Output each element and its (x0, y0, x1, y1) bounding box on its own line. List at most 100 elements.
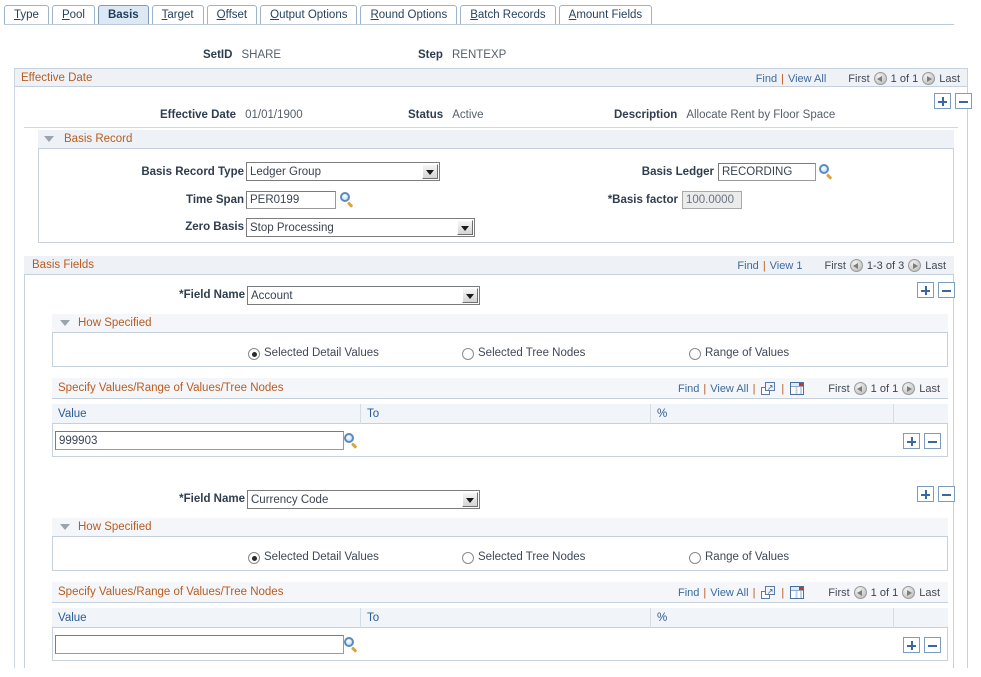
effective-date-section-title: Effective Date (21, 72, 92, 84)
window-arrow: ↗ (767, 588, 774, 596)
previous-page-arrow-icon[interactable] (850, 259, 863, 272)
effective-date-find-link[interactable]: Find (756, 73, 777, 85)
effective-date-last-link[interactable]: Last (939, 73, 960, 85)
chevron-down-icon[interactable] (462, 288, 478, 303)
basis-field-row-1-add-button[interactable] (917, 282, 934, 298)
how-specified-2-selected-detail-values-label: Selected Detail Values (264, 551, 379, 563)
how-specified-1-collapse-icon[interactable] (60, 320, 70, 326)
effective-date-add-row-button[interactable] (934, 93, 951, 109)
magnifier-handle (351, 442, 357, 448)
tab-offset[interactable]: Offset (207, 5, 257, 24)
time-span-lookup-icon[interactable] (340, 192, 355, 207)
tab-target-label: arget (167, 9, 193, 21)
basis-field-row-2-add-button[interactable] (917, 486, 934, 502)
how-specified-2-range-of-values-radio[interactable] (689, 552, 701, 564)
basis-field-row-1-field-name-select[interactable]: Account (247, 286, 480, 305)
tab-batch-records-accel: B (470, 9, 478, 21)
how-specified-2-collapse-icon[interactable] (60, 524, 70, 530)
specify-values-2-view-all-link[interactable]: View All (710, 587, 748, 599)
specify-values-2-first-link[interactable]: First (828, 587, 849, 599)
basis-ledger-input[interactable] (718, 163, 816, 181)
specify-values-2-add-row-button[interactable] (903, 637, 920, 653)
zero-basis-select[interactable]: Stop Processing (246, 218, 475, 237)
specify-values-2-nav: Find | View All | ↗ | First 1 of 1 Last (678, 586, 940, 599)
specify-values-1-view-all-link[interactable]: View All (710, 383, 748, 395)
zero-basis-label: Zero Basis (60, 221, 244, 233)
specify-values-2-column-headers: Value To % (52, 608, 948, 628)
basis-record-type-select[interactable]: Ledger Group (246, 162, 440, 181)
grid-1-col-divider-1 (360, 404, 361, 424)
basis-field-row-1-delete-button[interactable] (938, 282, 955, 298)
grid-1-col-divider-3 (893, 404, 894, 424)
specify-values-2-last-link[interactable]: Last (919, 587, 940, 599)
specify-values-2-header: Specify Values/Range of Values/Tree Node… (52, 582, 948, 603)
tab-batch-records[interactable]: Batch Records (460, 5, 555, 24)
download-to-spreadsheet-icon[interactable] (790, 382, 804, 395)
magnifier-handle (351, 646, 357, 652)
specify-values-1-delete-row-button[interactable] (924, 433, 941, 449)
previous-page-arrow-icon[interactable] (854, 382, 867, 395)
basis-field-row-2-field-name-select[interactable]: Currency Code (247, 490, 480, 509)
specify-values-1-add-row-button[interactable] (903, 433, 920, 449)
specify-values-2-value-input[interactable] (55, 635, 344, 654)
basis-fields-first-link[interactable]: First (825, 260, 846, 272)
next-page-arrow-icon[interactable] (902, 382, 915, 395)
effective-date-delete-row-button[interactable] (955, 93, 972, 109)
tab-target[interactable]: Target (152, 5, 204, 24)
specify-values-1-last-link[interactable]: Last (919, 383, 940, 395)
basis-fields-counter: 1-3 of 3 (867, 260, 904, 272)
tab-pool[interactable]: Pool (52, 5, 95, 24)
basis-record-collapse-icon[interactable] (44, 136, 54, 142)
tab-amount-fields[interactable]: Amount Fields (559, 5, 653, 24)
basis-field-row-2-delete-button[interactable] (938, 486, 955, 502)
basis-ledger-lookup-icon[interactable] (819, 164, 834, 179)
previous-page-arrow-icon[interactable] (854, 586, 867, 599)
how-specified-1-selected-tree-nodes-radio[interactable] (462, 348, 474, 360)
chevron-down-icon[interactable] (457, 220, 473, 235)
effective-date-detail-divider (24, 127, 958, 128)
how-specified-2-title: How Specified (78, 521, 152, 533)
download-to-spreadsheet-icon[interactable] (790, 586, 804, 599)
specify-values-1-title: Specify Values/Range of Values/Tree Node… (58, 382, 283, 394)
next-page-arrow-icon[interactable] (908, 259, 921, 272)
basis-fields-last-link[interactable]: Last (925, 260, 946, 272)
tab-offset-label: ffset (226, 9, 248, 21)
specify-values-1-counter: 1 of 1 (871, 383, 899, 395)
new-window-icon[interactable]: ↗ (761, 382, 775, 395)
tab-type[interactable]: Type (4, 5, 49, 24)
tab-basis-label: Basis (108, 9, 139, 21)
next-page-arrow-icon[interactable] (922, 72, 935, 85)
chevron-down-icon[interactable] (462, 492, 478, 507)
basis-fields-view-link[interactable]: View 1 (770, 260, 803, 272)
basis-fields-section-title: Basis Fields (32, 259, 94, 271)
setid-label: SetID (203, 49, 232, 61)
how-specified-1-selected-tree-nodes-label: Selected Tree Nodes (478, 347, 585, 359)
previous-page-arrow-icon[interactable] (874, 72, 887, 85)
specify-values-2-find-link[interactable]: Find (678, 587, 699, 599)
specify-values-1-value-lookup-icon[interactable] (344, 433, 359, 448)
specify-values-2-value-lookup-icon[interactable] (344, 637, 359, 652)
effective-date-view-all-link[interactable]: View All (788, 73, 826, 85)
specify-values-1-first-link[interactable]: First (828, 383, 849, 395)
tab-output-options[interactable]: Output Options (260, 5, 357, 24)
specify-values-1-find-link[interactable]: Find (678, 383, 699, 395)
how-specified-1-title: How Specified (78, 317, 152, 329)
how-specified-1-range-of-values-radio[interactable] (689, 348, 701, 360)
grid-2-col-divider-1 (360, 608, 361, 628)
tab-round-options[interactable]: Round Options (360, 5, 457, 24)
tab-offset-accel: O (217, 9, 226, 21)
specify-values-2-delete-row-button[interactable] (924, 637, 941, 653)
specify-values-1-value-input[interactable] (55, 431, 344, 450)
how-specified-2-selected-detail-values-radio[interactable] (248, 552, 260, 564)
effective-date-first-link[interactable]: First (848, 73, 869, 85)
next-page-arrow-icon[interactable] (902, 586, 915, 599)
step-value: RENTEXP (452, 49, 506, 61)
how-specified-1-selected-detail-values-radio[interactable] (248, 348, 260, 360)
tab-basis[interactable]: Basis (98, 5, 149, 24)
time-span-input[interactable] (246, 191, 336, 209)
allocation-basis-page: Type Pool Basis Target Offset Output Opt… (0, 0, 981, 677)
chevron-down-icon[interactable] (422, 164, 438, 179)
how-specified-2-selected-tree-nodes-radio[interactable] (462, 552, 474, 564)
basis-fields-find-link[interactable]: Find (737, 260, 758, 272)
new-window-icon[interactable]: ↗ (761, 586, 775, 599)
